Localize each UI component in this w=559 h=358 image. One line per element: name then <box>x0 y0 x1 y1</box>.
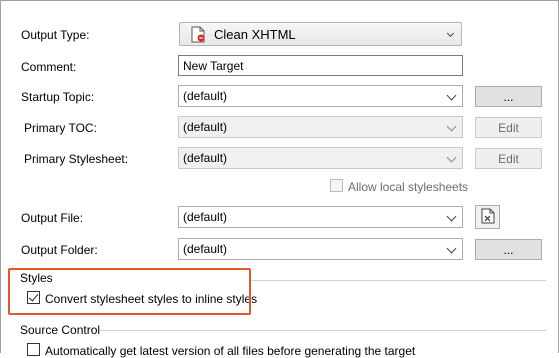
startup-topic-browse-button[interactable]: ... <box>475 86 542 107</box>
output-type-value: Clean XHTML <box>214 26 296 42</box>
chevron-down-icon <box>446 211 457 222</box>
comment-label: Comment: <box>21 60 77 74</box>
primary-stylesheet-value: (default) <box>183 151 228 165</box>
primary-toc-value: (default) <box>183 120 228 134</box>
output-type-dropdown[interactable]: Clean XHTML <box>179 22 462 46</box>
output-folder-value: (default) <box>183 242 228 256</box>
auto-get-latest-label: Automatically get latest version of all … <box>45 344 416 358</box>
primary-stylesheet-label: Primary Stylesheet: <box>24 152 129 166</box>
xhtml-doc-icon <box>190 26 206 43</box>
output-file-value: (default) <box>183 210 228 224</box>
startup-topic-label: Startup Topic: <box>21 90 95 104</box>
output-folder-label: Output Folder: <box>21 243 98 257</box>
comment-input[interactable] <box>178 55 463 76</box>
startup-topic-dropdown[interactable]: (default) <box>178 85 463 107</box>
chevron-down-icon <box>446 152 457 163</box>
chevron-down-icon <box>446 29 455 38</box>
source-control-group-divider <box>100 330 546 331</box>
allow-local-stylesheets-label: Allow local stylesheets <box>348 180 469 194</box>
primary-toc-edit-button[interactable]: Edit <box>475 117 542 138</box>
primary-toc-label: Primary TOC: <box>24 121 97 135</box>
chevron-down-icon <box>446 243 457 254</box>
primary-stylesheet-dropdown[interactable]: (default) <box>178 147 463 169</box>
primary-toc-dropdown[interactable]: (default) <box>178 116 463 138</box>
output-folder-browse-button[interactable]: ... <box>475 239 542 260</box>
source-control-group-title: Source Control <box>20 323 101 337</box>
xhtml-file-icon <box>481 208 495 227</box>
annotation-highlight <box>8 268 251 315</box>
output-type-label: Output Type: <box>21 28 90 42</box>
startup-topic-value: (default) <box>183 89 228 103</box>
output-file-button[interactable] <box>475 205 500 229</box>
chevron-down-icon <box>446 121 457 132</box>
output-folder-dropdown[interactable]: (default) <box>178 238 463 260</box>
primary-stylesheet-edit-button[interactable]: Edit <box>475 148 542 169</box>
output-file-label: Output File: <box>21 211 84 225</box>
auto-get-latest-checkbox[interactable] <box>27 343 40 356</box>
output-file-dropdown[interactable]: (default) <box>178 206 463 228</box>
styles-group-divider <box>250 280 546 281</box>
chevron-down-icon <box>446 90 457 101</box>
allow-local-stylesheets-checkbox[interactable] <box>330 179 343 192</box>
